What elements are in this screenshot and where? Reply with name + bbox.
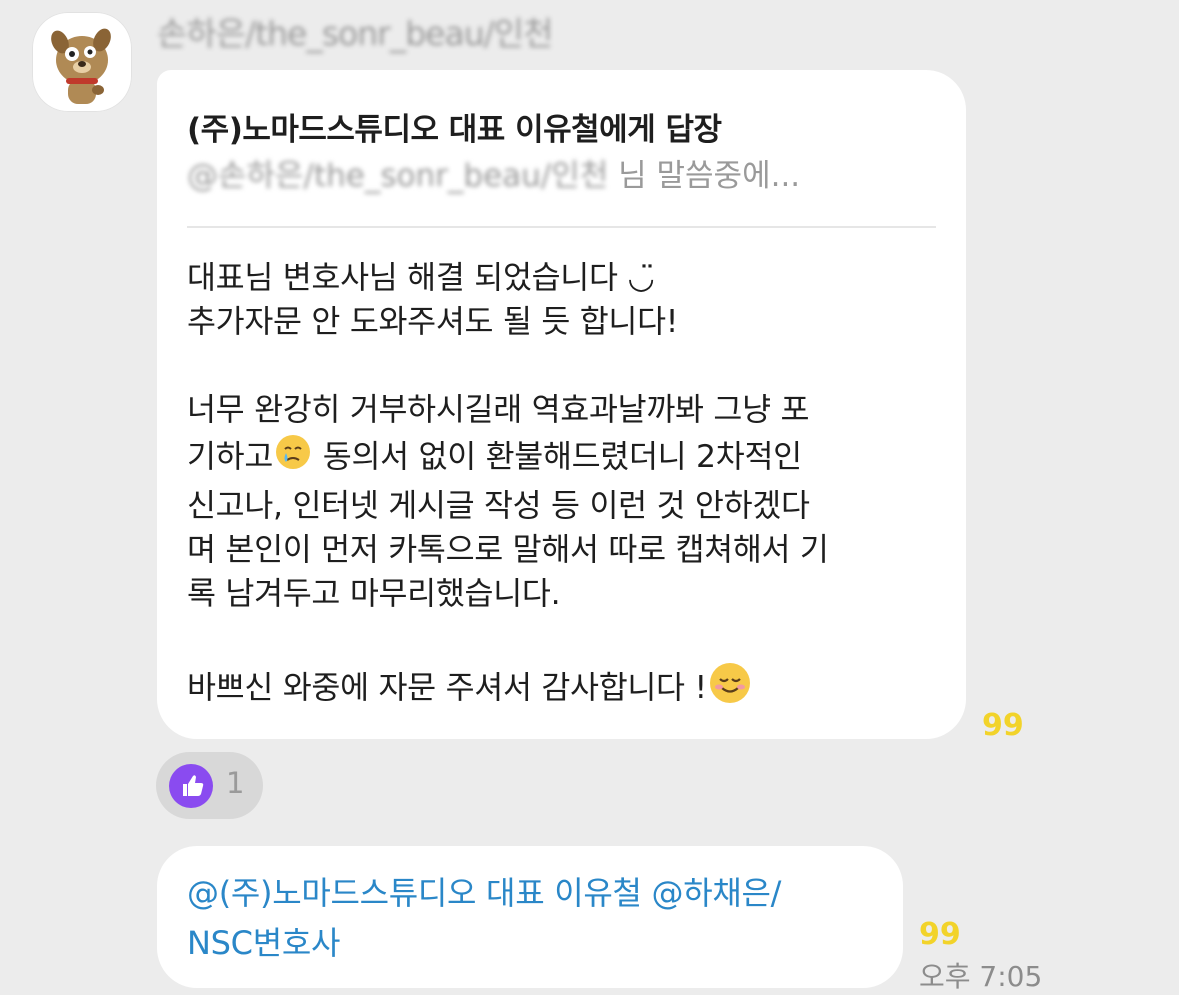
message-bubble[interactable]: @(주)노마드스튜디오 대표 이유철 @하채은/ NSC변호사 (157, 846, 903, 988)
smiling-face-icon (707, 660, 753, 718)
message-line: 신고나, 인터넷 게시글 작성 등 이런 것 안하겠다 (187, 488, 810, 524)
unread-count: 99 (982, 708, 1024, 743)
reaction-count: 1 (226, 766, 245, 800)
message-line: 너무 완강히 거부하시길래 역효과날까봐 그냥 포 (187, 392, 810, 428)
message-line: 기하고 (187, 439, 274, 475)
message-line: 며 본인이 먼저 카톡으로 말해서 따로 캡쳐해서 기 (187, 532, 829, 568)
message-time: 오후 7:05 (919, 960, 1043, 993)
reply-quote-preview[interactable]: @손하은/the_sonr_beau/인천 님 말씀중에... (187, 154, 800, 198)
message-line-blank (187, 616, 947, 660)
message-text: 대표님 변호사님 해결 되었습니다 ◡̈ 추가자문 안 도와주셔도 될 듯 합니… (187, 256, 947, 718)
message-line-blank (187, 344, 947, 388)
mention-line[interactable]: NSC변호사 (187, 918, 887, 968)
message-line-with-emoji: 바쁘신 와중에 자문 주셔서 감사합니다 ! (187, 660, 947, 718)
mention-text: @(주)노마드스튜디오 대표 이유철 @하채은/ NSC변호사 (187, 868, 887, 968)
unread-count: 99 (919, 917, 961, 952)
face-holding-back-tears-icon (273, 432, 313, 484)
message-line: 록 남겨두고 마무리했습니다. (187, 576, 561, 612)
reaction-thumbs-up[interactable]: 1 (156, 752, 263, 819)
reply-divider (187, 226, 936, 228)
message-line: 대표님 변호사님 해결 되었습니다 ◡̈ (187, 260, 655, 296)
quoted-preview-text: 님 말씀중에... (618, 158, 801, 194)
reply-header-title[interactable]: (주)노마드스튜디오 대표 이유철에게 답장 (187, 104, 722, 149)
message-line: 동의서 없이 환불해드렸더니 2차적인 (313, 439, 802, 475)
message-bubble[interactable]: (주)노마드스튜디오 대표 이유철에게 답장 @손하은/the_sonr_bea… (157, 70, 966, 739)
dog-character-icon (51, 28, 111, 104)
thumbs-up-icon (169, 764, 213, 808)
quoted-user: @손하은/the_sonr_beau/인천 (187, 158, 609, 194)
message-line: 추가자문 안 도와주셔도 될 듯 합니다! (187, 304, 679, 340)
sender-name: 손하은/the_sonr_beau/인천 (157, 14, 553, 53)
mention-line[interactable]: @(주)노마드스튜디오 대표 이유철 @하채은/ (187, 868, 887, 918)
sender-avatar[interactable] (32, 12, 132, 112)
message-line-with-emoji: 기하고 동의서 없이 환불해드렸더니 2차적인 (187, 432, 947, 484)
message-line: 바쁘신 와중에 자문 주셔서 감사합니다 ! (187, 670, 707, 706)
